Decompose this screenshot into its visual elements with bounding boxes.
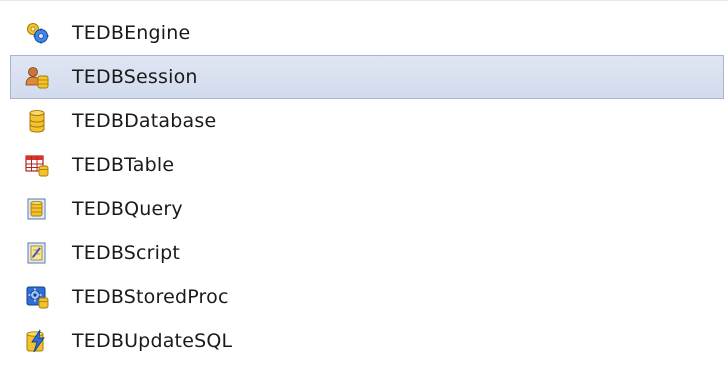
component-list: TEDBEngine TEDBSession TEDBDatabase TEDB… xyxy=(10,11,724,363)
list-item-label: TEDBDatabase xyxy=(72,110,217,132)
database-cylinder-icon xyxy=(25,109,49,133)
list-item-tedbsession[interactable]: TEDBSession xyxy=(10,55,724,99)
query-document-icon xyxy=(25,197,49,221)
component-palette: TEDBEngine TEDBSession TEDBDatabase TEDB… xyxy=(0,0,728,374)
stored-procedure-gear-icon xyxy=(25,285,49,309)
session-users-icon xyxy=(25,65,49,89)
list-item-tedbstoredproc[interactable]: TEDBStoredProc xyxy=(10,275,724,319)
list-item-label: TEDBScript xyxy=(72,242,181,264)
list-item-tedbengine[interactable]: TEDBEngine xyxy=(10,11,724,55)
list-item-tedbdatabase[interactable]: TEDBDatabase xyxy=(10,99,724,143)
update-sql-lightning-icon xyxy=(25,329,49,353)
table-grid-icon xyxy=(25,153,49,177)
list-item-tedbquery[interactable]: TEDBQuery xyxy=(10,187,724,231)
list-item-label: TEDBQuery xyxy=(72,198,183,220)
list-item-tedbupdatesql[interactable]: TEDBUpdateSQL xyxy=(10,319,724,363)
list-item-label: TEDBTable xyxy=(72,154,175,176)
script-document-icon xyxy=(25,241,49,265)
list-item-label: TEDBStoredProc xyxy=(72,286,229,308)
list-item-label: TEDBSession xyxy=(72,66,198,88)
list-item-label: TEDBEngine xyxy=(72,22,191,44)
engine-gears-icon xyxy=(25,21,49,45)
list-item-tedbtable[interactable]: TEDBTable xyxy=(10,143,724,187)
list-item-label: TEDBUpdateSQL xyxy=(72,330,233,352)
list-item-tedbscript[interactable]: TEDBScript xyxy=(10,231,724,275)
